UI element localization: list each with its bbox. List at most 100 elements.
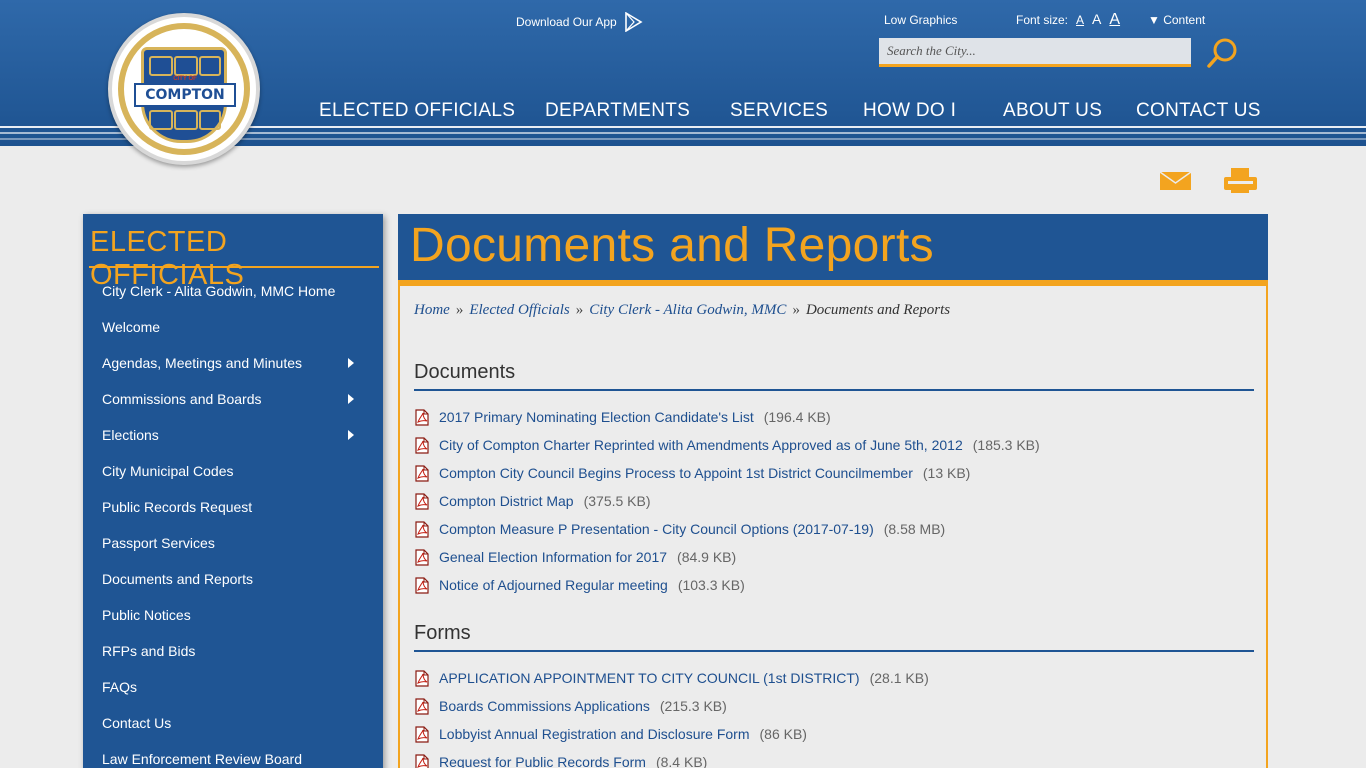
list-item: 2017 Primary Nominating Election Candida… (414, 407, 831, 427)
breadcrumb-separator: » (792, 302, 800, 318)
font-size-label: Font size: (1016, 13, 1069, 27)
file-size: (8.4 KB) (655, 754, 708, 768)
sidebar-item-welcome[interactable]: Welcome (102, 315, 372, 339)
list-item: Request for Public Records Form (8.4 KB) (414, 752, 707, 768)
list-item: City of Compton Charter Reprinted with A… (414, 435, 1040, 455)
print-icon[interactable] (1223, 168, 1258, 194)
document-link[interactable]: Lobbyist Annual Registration and Disclos… (439, 726, 750, 742)
sidebar-item-public-notices[interactable]: Public Notices (102, 603, 372, 627)
pdf-file-icon (414, 492, 430, 510)
list-item: Notice of Adjourned Regular meeting (103.… (414, 575, 745, 595)
breadcrumb-home[interactable]: Home (414, 302, 450, 319)
nav-departments[interactable]: DEPARTMENTS (545, 100, 690, 124)
document-link[interactable]: APPLICATION APPOINTMENT TO CITY COUNCIL … (439, 670, 860, 686)
list-item: Compton Measure P Presentation - City Co… (414, 519, 945, 539)
document-link[interactable]: Geneal Election Information for 2017 (439, 549, 667, 565)
file-size: (215.3 KB) (659, 698, 727, 714)
email-icon[interactable] (1159, 168, 1192, 192)
sidebar-item-public-records[interactable]: Public Records Request (102, 495, 372, 519)
book-icon (174, 110, 198, 130)
sidebar-item-faqs[interactable]: FAQs (102, 675, 372, 699)
page-title-bar: Documents and Reports (398, 214, 1268, 286)
list-item: Lobbyist Annual Registration and Disclos… (414, 724, 807, 744)
sidebar-item-municipal-codes[interactable]: City Municipal Codes (102, 459, 372, 483)
faucet-icon (149, 56, 173, 76)
sidebar-title: ELECTED OFFICIALS (89, 226, 379, 291)
document-link[interactable]: Request for Public Records Form (439, 754, 646, 768)
content-toggle[interactable]: ▼ Content (1148, 13, 1205, 27)
gear-icon (199, 110, 221, 130)
pdf-file-icon (414, 520, 430, 538)
play-store-icon (624, 12, 643, 32)
file-size: (84.9 KB) (677, 549, 737, 565)
sidebar-item-passport[interactable]: Passport Services (102, 531, 372, 555)
pdf-file-icon (414, 669, 430, 687)
city-logo[interactable]: CITY OF COMPTON (108, 13, 260, 165)
sidebar-item-agendas[interactable]: Agendas, Meetings and Minutes (102, 351, 372, 375)
document-link[interactable]: Compton Measure P Presentation - City Co… (439, 521, 874, 537)
breadcrumb-separator: » (455, 302, 464, 318)
search-input[interactable]: Search the City... (879, 38, 1191, 67)
search-icon[interactable] (1204, 36, 1240, 70)
document-link[interactable]: Boards Commissions Applications (439, 698, 650, 714)
file-size: (86 KB) (759, 726, 807, 742)
sidebar-item-city-clerk-home[interactable]: City Clerk - Alita Godwin, MMC Home (102, 279, 372, 303)
download-app-link[interactable]: Download Our App (516, 12, 643, 32)
sidebar-item-label: Agendas, Meetings and Minutes (102, 355, 303, 371)
nav-how-do-i[interactable]: HOW DO I (863, 100, 956, 124)
main-content: Documents and Reports Home » Elected Off… (398, 214, 1268, 768)
sidebar-item-law-enforcement[interactable]: Law Enforcement Review Board (102, 747, 372, 768)
nav-contact-us[interactable]: CONTACT US (1136, 100, 1261, 124)
document-link[interactable]: 2017 Primary Nominating Election Candida… (439, 409, 754, 425)
pdf-file-icon (414, 753, 430, 768)
nav-elected-officials[interactable]: ELECTED OFFICIALS (319, 100, 515, 124)
breadcrumb-separator: » (575, 302, 584, 318)
nav-about-us[interactable]: ABOUT US (1003, 100, 1102, 124)
file-size: (13 KB) (922, 465, 971, 481)
sidebar-item-elections[interactable]: Elections (102, 423, 372, 447)
document-link[interactable]: Compton City Council Begins Process to A… (439, 465, 913, 481)
file-size: (185.3 KB) (972, 437, 1040, 453)
chevron-right-icon (348, 394, 354, 404)
document-link[interactable]: Notice of Adjourned Regular meeting (439, 577, 668, 593)
page-title: Documents and Reports (410, 219, 934, 272)
section-heading-forms: Forms (414, 622, 1254, 652)
breadcrumb: Home » Elected Officials » City Clerk - … (414, 302, 950, 319)
breadcrumb-city-clerk[interactable]: City Clerk - Alita Godwin, MMC (589, 302, 786, 319)
logo-city-name: COMPTON (134, 83, 236, 107)
sidebar-item-documents-reports[interactable]: Documents and Reports (102, 567, 372, 591)
file-size: (103.3 KB) (677, 577, 745, 593)
file-size: (375.5 KB) (583, 493, 651, 509)
nav-services[interactable]: SERVICES (730, 100, 828, 124)
house-icon (149, 110, 173, 130)
arch-icon (199, 56, 221, 76)
file-size: (28.1 KB) (869, 670, 929, 686)
breadcrumb-elected-officials[interactable]: Elected Officials (469, 302, 569, 319)
file-size: (8.58 MB) (883, 521, 946, 537)
low-graphics-link[interactable]: Low Graphics (884, 13, 957, 27)
sidebar: ELECTED OFFICIALS City Clerk - Alita God… (83, 214, 383, 768)
sidebar-item-label: Elections (102, 427, 159, 443)
pdf-file-icon (414, 697, 430, 715)
pdf-file-icon (414, 436, 430, 454)
font-size-large[interactable]: A (1109, 11, 1120, 29)
chevron-right-icon (348, 358, 354, 368)
document-link[interactable]: Compton District Map (439, 493, 574, 509)
logo-city-of: CITY OF (173, 76, 197, 82)
document-link[interactable]: City of Compton Charter Reprinted with A… (439, 437, 963, 453)
sidebar-item-rfps[interactable]: RFPs and Bids (102, 639, 372, 663)
breadcrumb-current: Documents and Reports (805, 302, 951, 318)
sidebar-item-contact[interactable]: Contact Us (102, 711, 372, 735)
pdf-file-icon (414, 464, 430, 482)
list-item: Boards Commissions Applications (215.3 KB… (414, 696, 727, 716)
sidebar-item-label: Commissions and Boards (102, 391, 262, 407)
list-item: Geneal Election Information for 2017 (84.… (414, 547, 736, 567)
font-size-medium[interactable]: A (1092, 11, 1101, 27)
sidebar-item-commissions[interactable]: Commissions and Boards (102, 387, 372, 411)
pdf-file-icon (414, 725, 430, 743)
list-item: Compton City Council Begins Process to A… (414, 463, 970, 483)
pdf-file-icon (414, 408, 430, 426)
section-heading-documents: Documents (414, 361, 1254, 391)
font-size-small[interactable]: A (1076, 13, 1084, 27)
pdf-file-icon (414, 576, 430, 594)
